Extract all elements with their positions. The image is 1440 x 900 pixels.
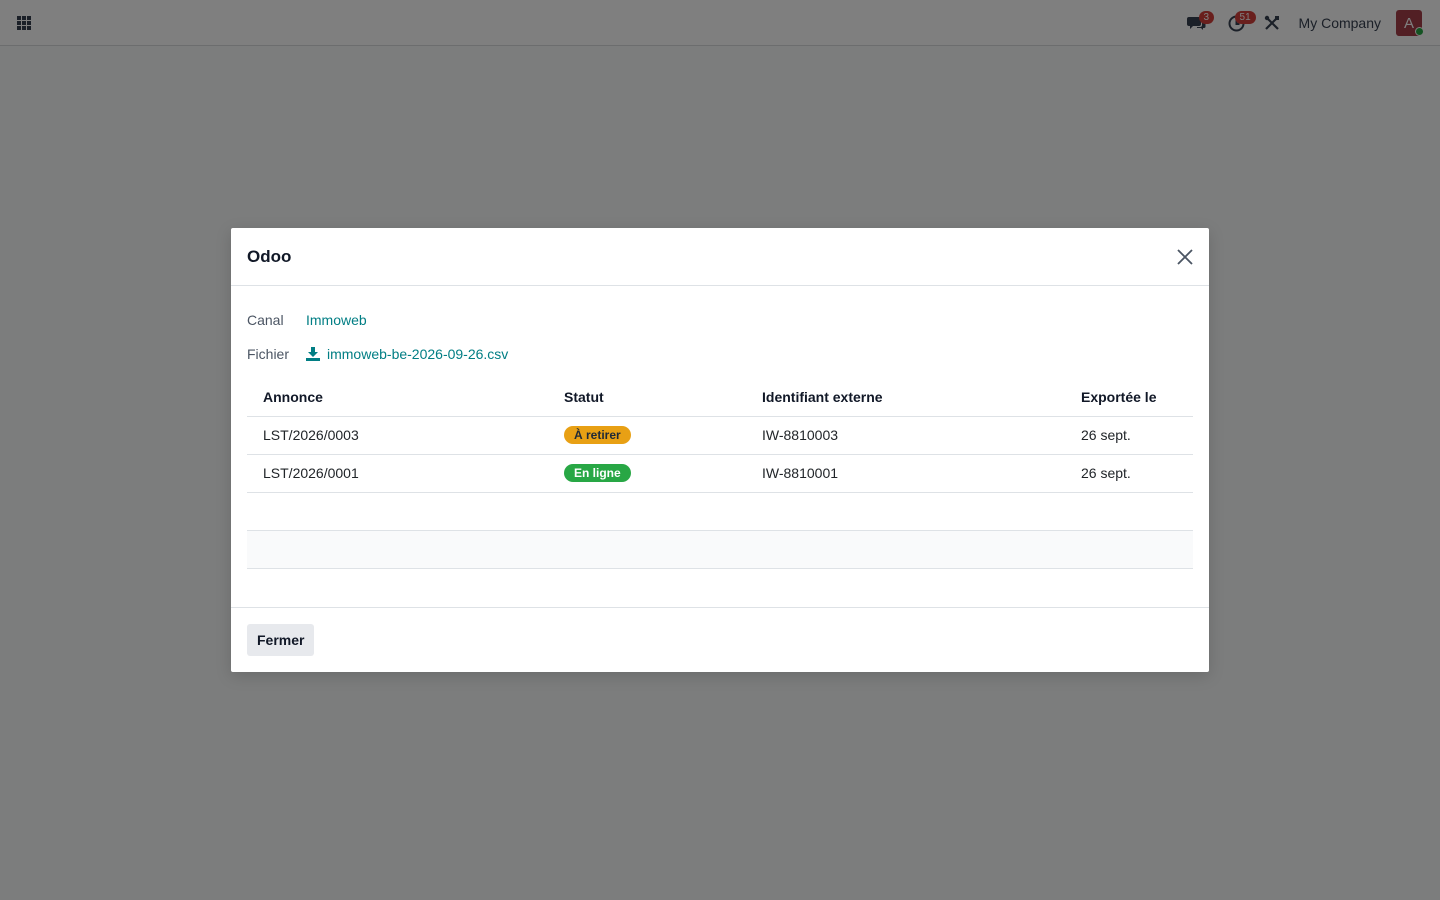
table-row[interactable]: LST/2026/0001 En ligne IW-8810001 26 sep… [247, 454, 1193, 493]
table-empty-row [247, 492, 1193, 531]
status-badge: En ligne [564, 464, 631, 482]
table-row[interactable]: LST/2026/0003 À retirer IW-8810003 26 se… [247, 416, 1193, 455]
fichier-field: Fichier immoweb-be-2026-09-26.csv [247, 346, 508, 362]
canal-field: Canal Immoweb [247, 312, 367, 328]
cell-annonce: LST/2026/0001 [247, 454, 548, 493]
listings-table: Annonce Statut Identifiant externe Expor… [247, 378, 1193, 569]
fichier-label: Fichier [247, 346, 290, 362]
dialog-close-button[interactable] [1175, 247, 1195, 267]
dialog-title: Odoo [247, 246, 292, 266]
cell-identifiant: IW-8810001 [746, 454, 1065, 493]
canal-link[interactable]: Immoweb [306, 312, 367, 328]
cell-exportee: 26 sept. [1065, 454, 1193, 493]
dialog-body: Canal Immoweb Fichier immoweb-be-2026-09… [231, 286, 1209, 607]
column-header-statut[interactable]: Statut [548, 378, 746, 417]
table-header-row: Annonce Statut Identifiant externe Expor… [247, 378, 1193, 417]
close-button[interactable]: Fermer [247, 624, 315, 656]
file-download-link[interactable]: immoweb-be-2026-09-26.csv [306, 346, 508, 362]
dialog-footer: Fermer [231, 607, 1209, 672]
column-header-annonce[interactable]: Annonce [247, 378, 548, 417]
table-empty-row [247, 530, 1193, 569]
export-dialog: Odoo Canal Immoweb Fichier immoweb-be-20… [231, 228, 1209, 672]
download-icon [306, 347, 320, 361]
canal-label: Canal [247, 312, 284, 328]
column-header-identifiant[interactable]: Identifiant externe [746, 378, 1065, 417]
file-name: immoweb-be-2026-09-26.csv [327, 346, 509, 362]
status-badge: À retirer [564, 426, 631, 444]
close-icon [1177, 249, 1193, 265]
cell-statut: En ligne [548, 454, 746, 493]
cell-statut: À retirer [548, 416, 746, 455]
column-header-exportee[interactable]: Exportée le [1065, 378, 1193, 417]
cell-exportee: 26 sept. [1065, 416, 1193, 455]
dialog-header: Odoo [231, 228, 1209, 286]
cell-annonce: LST/2026/0003 [247, 416, 548, 455]
cell-identifiant: IW-8810003 [746, 416, 1065, 455]
